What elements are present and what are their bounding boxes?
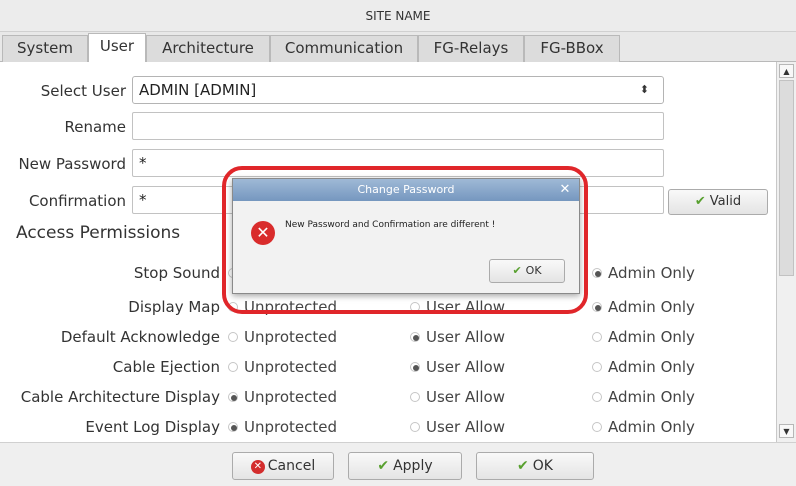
radio-user-allow[interactable]: User Allow bbox=[410, 388, 505, 406]
option-label: Admin Only bbox=[608, 388, 695, 406]
checkmark-icon: ✔ bbox=[377, 458, 390, 474]
valid-button[interactable]: ✔ Valid bbox=[668, 189, 768, 215]
radio-icon bbox=[410, 422, 420, 432]
radio-admin-only[interactable]: Admin Only bbox=[592, 358, 695, 376]
radio-icon bbox=[410, 332, 420, 342]
option-label: Admin Only bbox=[608, 358, 695, 376]
radio-icon bbox=[410, 392, 420, 402]
option-label: Unprotected bbox=[244, 358, 338, 376]
checkmark-icon: ✔ bbox=[517, 458, 529, 474]
select-user-value: ADMIN [ADMIN] bbox=[139, 81, 257, 99]
confirmation-label: Confirmation bbox=[28, 192, 126, 210]
select-user-label: Select User bbox=[40, 82, 126, 100]
option-label: Admin Only bbox=[608, 328, 695, 346]
ok-button[interactable]: ✔ OK bbox=[476, 452, 594, 480]
radio-admin-only[interactable]: Admin Only bbox=[592, 418, 695, 436]
radio-icon bbox=[228, 422, 238, 432]
tab-fg-bbox[interactable]: FG-BBox bbox=[524, 35, 620, 62]
radio-unprotected[interactable]: Unprotected bbox=[228, 328, 337, 346]
tab-fg-relays[interactable]: FG-Relays bbox=[418, 35, 524, 62]
radio-unprotected[interactable]: Unprotected bbox=[228, 358, 337, 376]
radio-icon bbox=[228, 362, 238, 372]
tab-architecture[interactable]: Architecture bbox=[146, 35, 270, 62]
permission-label: Cable Ejection bbox=[112, 358, 220, 376]
bottom-button-bar: ✕ Cancel ✔ Apply ✔ OK bbox=[0, 442, 796, 486]
option-label: User Allow bbox=[426, 328, 505, 346]
option-label: Unprotected bbox=[244, 328, 338, 346]
radio-icon bbox=[592, 332, 602, 342]
radio-user-allow[interactable]: User Allow bbox=[410, 418, 505, 436]
option-label: Admin Only bbox=[608, 298, 695, 316]
new-password-label: New Password bbox=[18, 155, 126, 173]
radio-icon bbox=[592, 302, 602, 312]
tab-system[interactable]: System bbox=[2, 35, 88, 62]
highlight-outline bbox=[222, 166, 588, 314]
permission-label: Event Log Display bbox=[85, 418, 220, 436]
permission-label: Cable Architecture Display bbox=[20, 388, 220, 406]
radio-unprotected[interactable]: Unprotected bbox=[228, 418, 337, 436]
radio-icon bbox=[592, 392, 602, 402]
radio-icon bbox=[592, 268, 602, 278]
radio-admin-only[interactable]: Admin Only bbox=[592, 298, 695, 316]
select-user-dropdown[interactable]: ADMIN [ADMIN] ⬍ bbox=[132, 76, 664, 104]
checkmark-icon: ✔ bbox=[694, 194, 706, 209]
radio-unprotected[interactable]: Unprotected bbox=[228, 388, 337, 406]
radio-icon bbox=[228, 332, 238, 342]
rename-label: Rename bbox=[64, 118, 126, 136]
updown-arrows-icon: ⬍ bbox=[639, 83, 649, 96]
tab-communication[interactable]: Communication bbox=[270, 35, 418, 62]
option-label: User Allow bbox=[426, 388, 505, 406]
scroll-down-icon[interactable]: ▼ bbox=[779, 424, 794, 438]
radio-icon bbox=[228, 392, 238, 402]
option-label: Unprotected bbox=[244, 418, 338, 436]
cancel-button-label: Cancel bbox=[267, 458, 316, 474]
access-permissions-title: Access Permissions bbox=[16, 223, 181, 243]
tab-bar: System User Architecture Communication F… bbox=[0, 32, 796, 63]
radio-icon bbox=[410, 362, 420, 372]
option-label: Admin Only bbox=[608, 264, 695, 282]
option-label: Admin Only bbox=[608, 418, 695, 436]
radio-icon bbox=[592, 422, 602, 432]
radio-icon bbox=[592, 362, 602, 372]
cancel-icon: ✕ bbox=[250, 460, 265, 474]
radio-admin-only[interactable]: Admin Only bbox=[592, 264, 695, 282]
cancel-button[interactable]: ✕ Cancel bbox=[232, 452, 334, 480]
tab-user[interactable]: User bbox=[88, 33, 146, 63]
rename-input[interactable] bbox=[132, 112, 664, 140]
apply-button-label: Apply bbox=[393, 458, 433, 474]
radio-admin-only[interactable]: Admin Only bbox=[592, 328, 695, 346]
window-title: SITE NAME bbox=[0, 0, 796, 32]
scroll-up-icon[interactable]: ▲ bbox=[779, 64, 794, 78]
vertical-scrollbar[interactable]: ▲ ▼ bbox=[776, 62, 796, 442]
radio-user-allow[interactable]: User Allow bbox=[410, 358, 505, 376]
permission-label: Default Acknowledge bbox=[60, 328, 220, 346]
radio-admin-only[interactable]: Admin Only bbox=[592, 388, 695, 406]
apply-button[interactable]: ✔ Apply bbox=[348, 452, 462, 480]
valid-button-label: Valid bbox=[709, 194, 742, 209]
permission-label: Display Map bbox=[128, 298, 220, 316]
option-label: Unprotected bbox=[244, 388, 338, 406]
permission-label: Stop Sound bbox=[133, 264, 220, 282]
radio-user-allow[interactable]: User Allow bbox=[410, 328, 505, 346]
option-label: User Allow bbox=[426, 418, 505, 436]
option-label: User Allow bbox=[426, 358, 505, 376]
ok-button-label: OK bbox=[532, 458, 553, 474]
scroll-thumb[interactable] bbox=[779, 80, 794, 276]
